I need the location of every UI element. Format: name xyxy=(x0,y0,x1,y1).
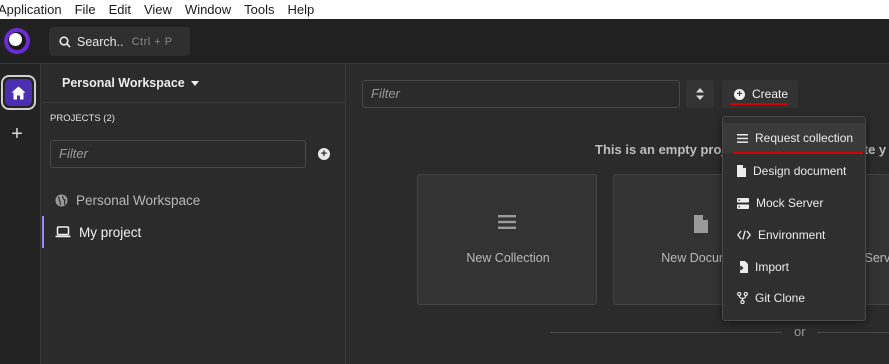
menu-item-git-clone[interactable]: Git Clone xyxy=(723,283,865,313)
home-button[interactable] xyxy=(1,75,36,110)
menu-item-label: Mock Server xyxy=(756,196,824,210)
menu-file[interactable]: File xyxy=(75,2,96,17)
chevron-down-icon xyxy=(190,80,199,86)
menu-item-label: Design document xyxy=(753,164,847,178)
menu-tools[interactable]: Tools xyxy=(244,2,274,17)
menu-help[interactable]: Help xyxy=(288,2,315,17)
menu-item-label: Environment xyxy=(758,228,826,242)
annotation-underline xyxy=(733,152,863,154)
git-branch-icon xyxy=(737,292,748,304)
search-icon xyxy=(59,35,71,48)
add-project-button[interactable]: + xyxy=(318,148,330,160)
document-icon xyxy=(737,165,746,177)
search-shortcut: Ctrl + P xyxy=(131,35,173,48)
menu-item-design-document[interactable]: Design document xyxy=(723,156,865,186)
menu-view[interactable]: View xyxy=(144,2,172,17)
list-icon xyxy=(737,133,748,143)
menu-application[interactable]: Application xyxy=(0,2,62,17)
menu-item-label: Git Clone xyxy=(755,291,806,305)
import-icon xyxy=(737,261,748,273)
menu-item-environment[interactable]: Environment xyxy=(723,220,865,250)
laptop-icon xyxy=(55,226,71,238)
title-bar: Search.. Ctrl + P xyxy=(0,19,889,64)
menu-item-import[interactable]: Import xyxy=(723,252,865,282)
card-label: New Collection xyxy=(466,251,550,265)
sort-button[interactable] xyxy=(686,80,714,108)
project-filter-input[interactable]: Filter xyxy=(50,140,306,168)
divider xyxy=(42,102,345,103)
sidebar: Personal Workspace PROJECTS (2) Filter +… xyxy=(42,64,346,364)
divider xyxy=(817,332,889,333)
divider xyxy=(550,332,782,333)
document-icon xyxy=(694,215,708,233)
new-collection-card[interactable]: New Collection xyxy=(417,174,597,305)
project-label: Personal Workspace xyxy=(76,192,201,208)
globe-icon xyxy=(55,194,68,206)
list-icon xyxy=(498,215,516,229)
search-label: Search.. xyxy=(77,34,124,49)
project-item-personal-workspace[interactable]: Personal Workspace xyxy=(42,184,345,216)
menu-window[interactable]: Window xyxy=(185,2,231,17)
app-logo[interactable] xyxy=(4,28,30,54)
create-label: Create xyxy=(752,87,789,101)
menu-item-label: Import xyxy=(755,260,790,274)
search-button[interactable]: Search.. Ctrl + P xyxy=(49,27,190,56)
projects-label: PROJECTS (2) xyxy=(50,113,115,124)
home-icon xyxy=(11,86,26,99)
sort-icon xyxy=(696,88,704,100)
code-icon xyxy=(737,230,751,240)
menu-item-request-collection[interactable]: Request collection xyxy=(723,123,865,153)
left-rail: + xyxy=(0,64,41,364)
menu-item-mock-server[interactable]: Mock Server xyxy=(723,188,865,218)
project-item-my-project[interactable]: My project xyxy=(42,216,345,248)
server-icon xyxy=(737,197,749,209)
or-label: or xyxy=(794,324,806,339)
workspace-selector[interactable]: Personal Workspace xyxy=(62,76,199,90)
menu-item-label: Request collection xyxy=(755,131,854,145)
document-filter-input[interactable]: Filter xyxy=(362,80,680,108)
project-label: My project xyxy=(79,224,142,240)
menu-edit[interactable]: Edit xyxy=(109,2,131,17)
workspace-name: Personal Workspace xyxy=(62,76,185,90)
add-workspace-button[interactable]: + xyxy=(9,124,25,144)
menu-bar: Application File Edit View Window Tools … xyxy=(0,0,889,19)
create-dropdown-menu: Request collection Design document Mock … xyxy=(722,116,866,321)
plus-circle-icon: + xyxy=(734,88,745,100)
annotation-underline xyxy=(730,103,788,105)
